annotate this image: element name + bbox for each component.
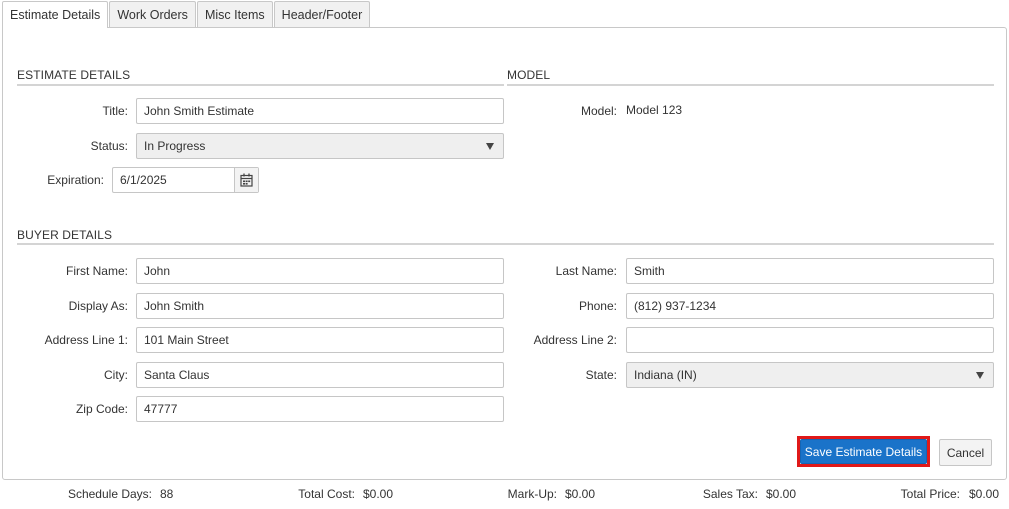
city-label: City: <box>104 368 128 382</box>
status-selected-value: In Progress <box>144 139 206 153</box>
date-picker-button[interactable] <box>234 168 258 192</box>
model-value: Model 123 <box>626 103 683 117</box>
estimate-details-divider <box>17 84 504 86</box>
buyer-details-divider <box>17 243 994 245</box>
tab-header-footer[interactable]: Header/Footer <box>273 1 371 27</box>
tab-work-orders[interactable]: Work Orders <box>109 1 196 27</box>
mark-up-value: $0.00 <box>565 487 596 501</box>
phone-input[interactable] <box>626 293 994 319</box>
model-divider <box>507 84 994 86</box>
zip-code-label: Zip Code: <box>75 402 128 416</box>
total-cost-label: Total Cost: <box>298 487 355 501</box>
mark-up-label: Mark-Up: <box>507 487 557 501</box>
save-estimate-details-button[interactable]: Save Estimate Details <box>800 439 927 464</box>
state-selected-value: Indiana (IN) <box>634 368 697 382</box>
phone-label: Phone: <box>578 299 617 313</box>
city-input[interactable] <box>136 362 504 388</box>
zip-code-input[interactable] <box>136 396 504 422</box>
tab-estimate-details[interactable]: Estimate Details <box>2 1 109 28</box>
address-line-1-input[interactable] <box>136 327 504 353</box>
first-name-label: First Name: <box>65 264 128 278</box>
address-line-1-label: Address Line 1: <box>44 333 128 347</box>
model-heading: MODEL <box>507 68 551 82</box>
tab-bar: Estimate Details Work Orders Misc Items … <box>2 1 371 28</box>
buyer-details-heading: BUYER DETAILS <box>17 228 113 242</box>
sales-tax-value: $0.00 <box>766 487 797 501</box>
caret-down-icon <box>976 372 984 379</box>
total-price-value: $0.00 <box>969 487 1000 501</box>
last-name-label: Last Name: <box>555 264 617 278</box>
display-as-input[interactable] <box>136 293 504 319</box>
estimate-details-heading: ESTIMATE DETAILS <box>17 68 131 82</box>
last-name-input[interactable] <box>626 258 994 284</box>
expiration-input[interactable] <box>113 168 247 192</box>
calendar-icon <box>240 173 253 187</box>
total-cost-value: $0.00 <box>363 487 394 501</box>
schedule-days-value: 88 <box>160 487 174 501</box>
address-line-2-input[interactable] <box>626 327 994 353</box>
state-label: State: <box>585 368 617 382</box>
cancel-button[interactable]: Cancel <box>939 439 992 466</box>
title-input[interactable] <box>136 98 504 124</box>
status-label: Status: <box>90 139 128 153</box>
address-line-2-label: Address Line 2: <box>533 333 617 347</box>
tab-misc-items[interactable]: Misc Items <box>196 1 273 27</box>
model-label: Model: <box>580 104 617 118</box>
display-as-label: Display As: <box>68 299 128 313</box>
status-select[interactable]: In Progress <box>136 133 504 159</box>
schedule-days-label: Schedule Days: <box>67 487 152 501</box>
total-price-label: Total Price: <box>900 487 960 501</box>
state-select[interactable]: Indiana (IN) <box>626 362 994 388</box>
title-label: Title: <box>102 104 128 118</box>
expiration-label: Expiration: <box>47 173 104 187</box>
expiration-date-picker <box>112 167 259 193</box>
caret-down-icon <box>486 143 494 150</box>
first-name-input[interactable] <box>136 258 504 284</box>
sales-tax-label: Sales Tax: <box>702 487 758 501</box>
